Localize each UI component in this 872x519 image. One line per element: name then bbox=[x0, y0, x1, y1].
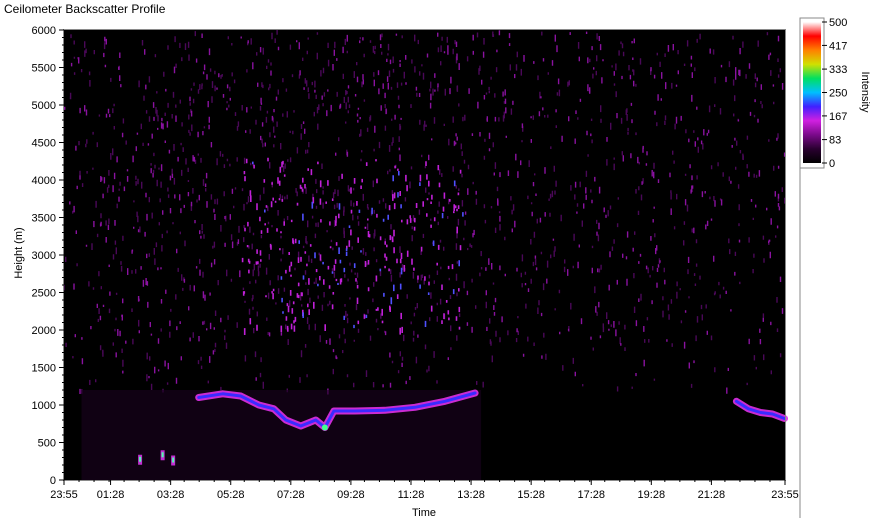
y-tick-label: 5500 bbox=[32, 63, 56, 75]
y-tick-label: 2500 bbox=[32, 288, 56, 300]
chart-window: Ceilometer Backscatter Profile 0 500 1000 1… bbox=[0, 0, 872, 519]
colorbar-tick-label: 333 bbox=[829, 64, 847, 76]
backscatter-chart: 0500100015002000250030003500400045005000… bbox=[13, 17, 871, 519]
y-tick-label: 500 bbox=[38, 438, 56, 450]
x-tick-label: 11:28 bbox=[398, 489, 425, 501]
y-tick-label: 1000 bbox=[32, 400, 56, 412]
x-tick-label: 23:55 bbox=[771, 489, 799, 501]
x-axis: 23:55 01:28 03:28 05:28 07:28 09:28 11:28 13:28… bbox=[50, 480, 799, 501]
low-spot-core-1 bbox=[161, 452, 164, 458]
colorbar-label: Intensity bbox=[859, 72, 871, 113]
y-axis-label: Height (m) bbox=[13, 227, 25, 278]
colorbar-tick-label: 0 bbox=[829, 158, 835, 170]
x-tick-label: 09:28 bbox=[337, 489, 365, 501]
colorbar bbox=[803, 22, 821, 163]
colorbar-ticks: 500 417 333 250 167 83 0 bbox=[822, 17, 847, 170]
y-tick-label: 1500 bbox=[32, 363, 56, 375]
layer-hotspot bbox=[321, 424, 328, 431]
x-tick-label: 21:28 bbox=[698, 489, 726, 501]
y-axis: 0 500 1000 1500 2000 2500 3000 3500 4000 4500 5000… bbox=[32, 25, 64, 487]
colorbar-tick-label: 83 bbox=[829, 135, 841, 147]
x-tick-label: 03:28 bbox=[157, 489, 185, 501]
x-tick-label: 07:28 bbox=[277, 489, 305, 501]
x-tick-label: 19:28 bbox=[638, 489, 666, 501]
x-axis-label: Time bbox=[412, 507, 436, 519]
y-tick-label: 4000 bbox=[32, 175, 56, 187]
y-tick-label: 0 bbox=[50, 475, 56, 487]
x-tick-label: 05:28 bbox=[217, 489, 245, 501]
y-tick-label: 2000 bbox=[32, 325, 56, 337]
y-tick-label: 5000 bbox=[32, 100, 56, 112]
x-tick-label: 01:28 bbox=[97, 489, 125, 501]
y-tick-label: 3000 bbox=[32, 250, 56, 262]
x-tick-label: 15:28 bbox=[517, 489, 545, 501]
colorbar-tick-label: 167 bbox=[829, 111, 847, 123]
x-tick-label: 13:28 bbox=[457, 489, 485, 501]
y-tick-label: 3500 bbox=[32, 213, 56, 225]
colorbar-tick-label: 417 bbox=[829, 40, 847, 52]
colorbar-tick-label: 250 bbox=[829, 88, 847, 100]
low-spot-core-0 bbox=[139, 456, 142, 462]
low-spot-core-2 bbox=[172, 457, 175, 463]
y-tick-label: 6000 bbox=[32, 25, 56, 37]
colorbar-tick-label: 500 bbox=[829, 17, 847, 29]
y-tick-label: 4500 bbox=[32, 138, 56, 150]
x-tick-label: 17:28 bbox=[577, 489, 605, 501]
x-tick-label: 23:55 bbox=[50, 489, 78, 501]
